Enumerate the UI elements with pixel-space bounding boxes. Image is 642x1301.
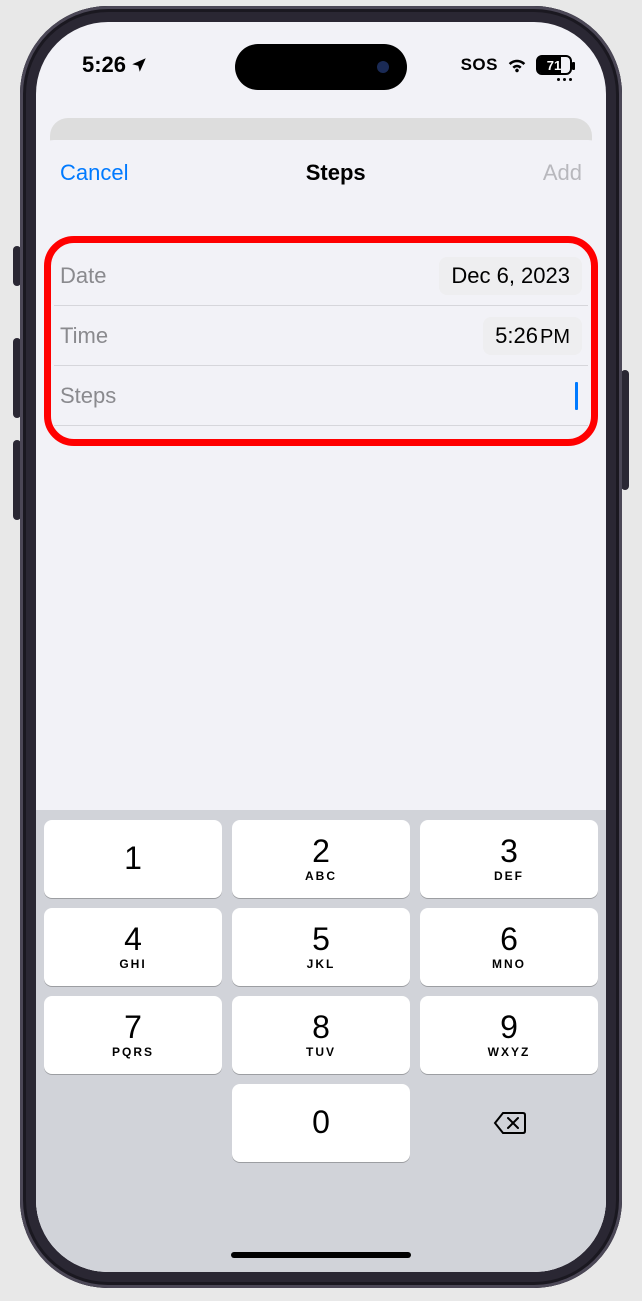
sos-indicator: SOS	[461, 55, 498, 75]
key-6[interactable]: 6MNO	[420, 908, 598, 986]
key-3[interactable]: 3DEF	[420, 820, 598, 898]
dynamic-island	[235, 44, 407, 90]
add-button[interactable]: Add	[543, 160, 582, 186]
wifi-icon	[506, 54, 528, 76]
key-9[interactable]: 9WXYZ	[420, 996, 598, 1074]
key-4[interactable]: 4GHI	[44, 908, 222, 986]
phone-frame: 5:26 SOS 71 Ca	[20, 6, 622, 1288]
form-group: Date Dec 6, 2023 Time 5:26PM Steps	[54, 246, 588, 426]
date-label: Date	[60, 263, 106, 289]
time-row[interactable]: Time 5:26PM	[54, 306, 588, 366]
key-2[interactable]: 2ABC	[232, 820, 410, 898]
key-0[interactable]: 0	[232, 1084, 410, 1162]
date-value[interactable]: Dec 6, 2023	[439, 257, 582, 295]
backspace-icon	[491, 1105, 527, 1141]
key-delete[interactable]	[420, 1084, 598, 1162]
page-title: Steps	[306, 160, 366, 186]
screen: 5:26 SOS 71 Ca	[36, 22, 606, 1272]
key-7[interactable]: 7PQRS	[44, 996, 222, 1074]
battery-indicator: 71	[536, 55, 572, 75]
cancel-button[interactable]: Cancel	[60, 160, 128, 186]
navbar: Cancel Steps Add	[36, 140, 606, 206]
steps-label: Steps	[60, 383, 116, 409]
text-cursor	[575, 382, 578, 410]
modal-sheet: Cancel Steps Add Date Dec 6, 2023 Time	[36, 140, 606, 1272]
key-blank	[44, 1084, 222, 1162]
content-area: Date Dec 6, 2023 Time 5:26PM Steps	[36, 206, 606, 810]
key-8[interactable]: 8TUV	[232, 996, 410, 1074]
date-row[interactable]: Date Dec 6, 2023	[54, 246, 588, 306]
home-indicator[interactable]	[231, 1252, 411, 1258]
time-value[interactable]: 5:26PM	[483, 317, 582, 355]
battery-pct: 71	[547, 58, 561, 73]
key-5[interactable]: 5JKL	[232, 908, 410, 986]
time-label: Time	[60, 323, 108, 349]
location-icon	[130, 56, 148, 74]
steps-input[interactable]	[116, 366, 582, 425]
key-1[interactable]: 1	[44, 820, 222, 898]
steps-row[interactable]: Steps	[54, 366, 588, 426]
status-time: 5:26	[82, 52, 126, 78]
numeric-keyboard: 1 2ABC 3DEF 4GHI 5JKL 6MNO 7PQRS 8TUV 9W…	[36, 810, 606, 1272]
